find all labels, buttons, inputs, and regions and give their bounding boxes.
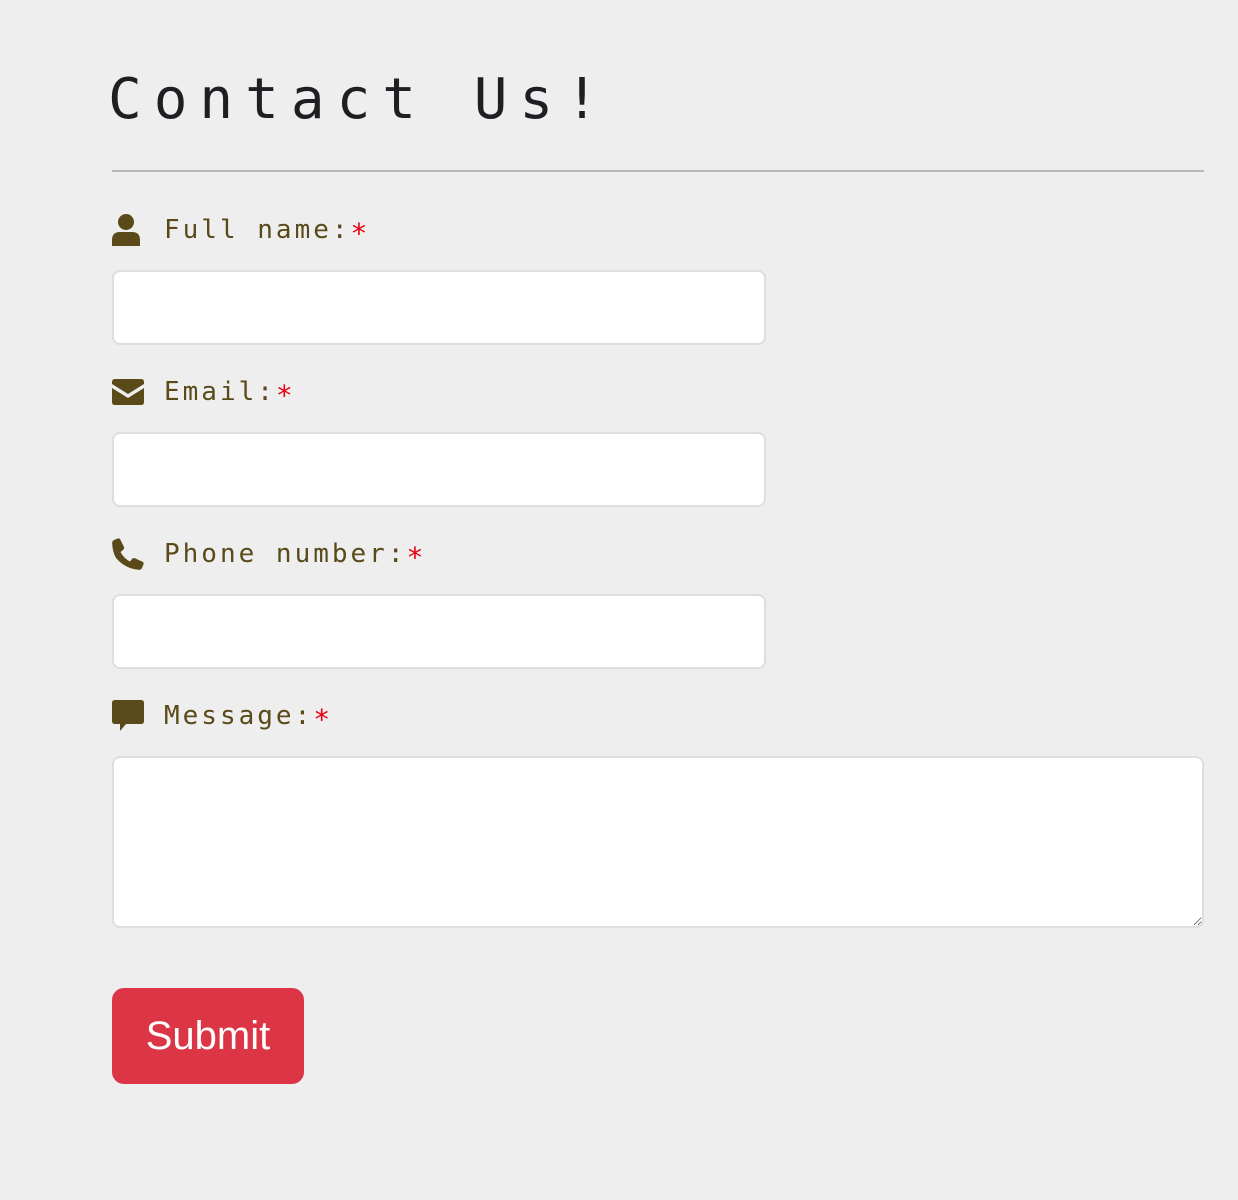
message-textarea[interactable] bbox=[112, 756, 1204, 928]
envelope-icon bbox=[112, 376, 144, 408]
required-marker: * bbox=[275, 378, 293, 412]
required-marker: * bbox=[313, 702, 331, 736]
email-label-text: Email: bbox=[164, 377, 276, 407]
message-label: Message: * bbox=[112, 698, 331, 736]
required-marker: * bbox=[350, 216, 368, 250]
phone-icon bbox=[112, 538, 144, 570]
phone-number-label-text: Phone number: bbox=[164, 539, 407, 569]
comment-icon bbox=[112, 700, 144, 732]
title-divider bbox=[112, 170, 1204, 172]
full-name-input[interactable] bbox=[112, 270, 766, 345]
full-name-label-text: Full name: bbox=[164, 215, 351, 245]
email-input[interactable] bbox=[112, 432, 766, 507]
message-label-text: Message: bbox=[164, 701, 314, 731]
user-icon bbox=[112, 214, 144, 246]
required-marker: * bbox=[406, 540, 424, 574]
phone-number-label: Phone number: * bbox=[112, 536, 424, 574]
submit-button[interactable]: Submit bbox=[112, 988, 304, 1084]
page-title: Contact Us! bbox=[108, 67, 611, 132]
phone-number-input[interactable] bbox=[112, 594, 766, 669]
full-name-label: Full name: * bbox=[112, 212, 368, 250]
email-label: Email: * bbox=[112, 374, 293, 412]
